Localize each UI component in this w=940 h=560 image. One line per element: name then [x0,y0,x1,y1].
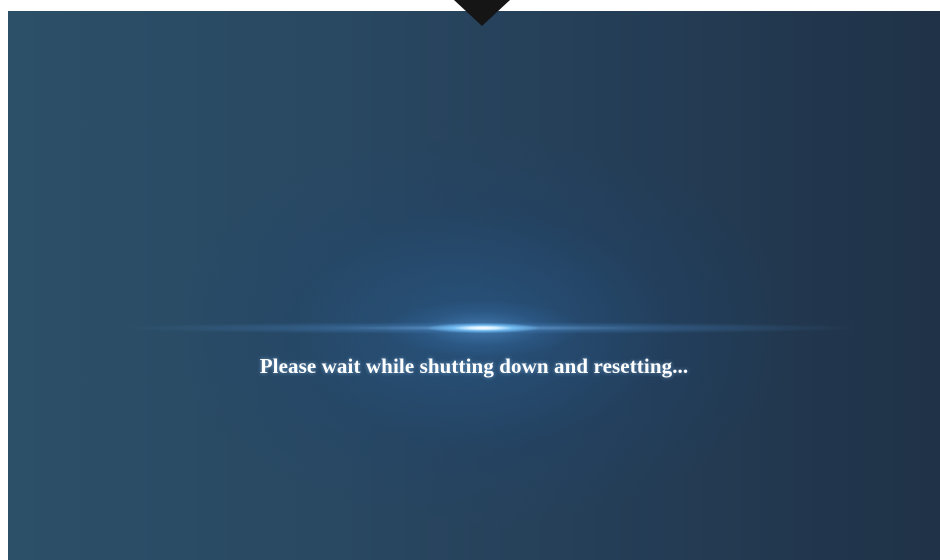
down-triangle-icon [454,0,510,26]
status-message: Please wait while shutting down and rese… [259,354,689,378]
shutdown-screen: Please wait while shutting down and rese… [8,11,940,560]
page: Please wait while shutting down and rese… [0,0,940,560]
light-flare [428,323,538,333]
